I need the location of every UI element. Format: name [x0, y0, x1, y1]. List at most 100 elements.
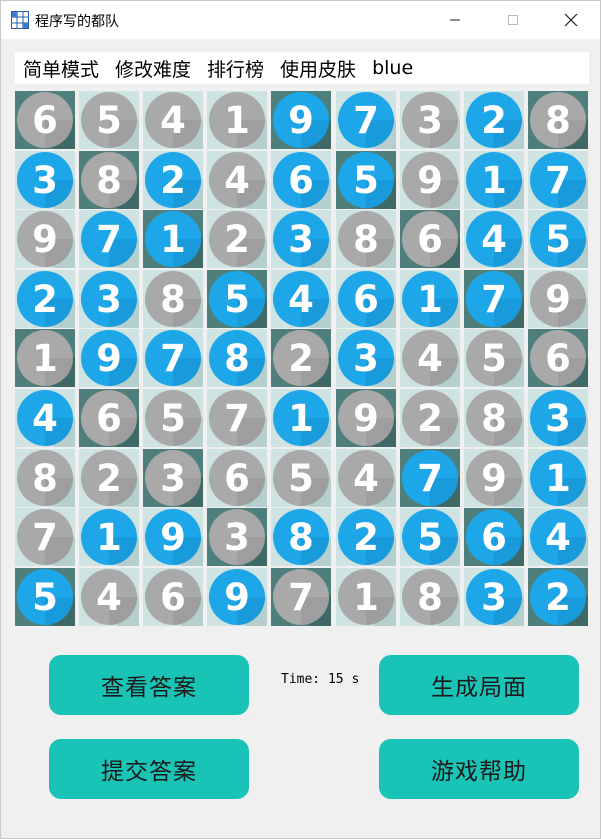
board-cell[interactable]: 8: [335, 210, 396, 269]
board-cell[interactable]: 8: [527, 91, 588, 149]
maximize-button[interactable]: [484, 1, 542, 39]
board-cell[interactable]: 7: [335, 91, 396, 149]
board-cell[interactable]: 3: [271, 210, 332, 269]
board-cell[interactable]: 2: [335, 508, 396, 567]
board-cell[interactable]: 5: [143, 389, 204, 447]
board-cell[interactable]: 7: [463, 269, 524, 328]
minimize-button[interactable]: [426, 1, 484, 39]
view-answer-button[interactable]: 查看答案: [49, 655, 249, 715]
board-cell[interactable]: 2: [399, 389, 460, 447]
board-cell[interactable]: 4: [15, 389, 75, 447]
board-cell[interactable]: 9: [271, 91, 332, 149]
close-button[interactable]: [542, 1, 600, 39]
board-cell[interactable]: 3: [399, 91, 460, 149]
board-cell[interactable]: 3: [463, 567, 524, 626]
board-cell[interactable]: 3: [143, 448, 204, 507]
board-cell[interactable]: 3: [527, 389, 588, 447]
board-cell[interactable]: 6: [207, 448, 268, 507]
menu-use-skin[interactable]: 使用皮肤: [280, 55, 356, 82]
board-cell[interactable]: 8: [143, 269, 204, 328]
generate-board-button[interactable]: 生成局面: [379, 655, 579, 715]
board-cell[interactable]: 5: [79, 91, 140, 149]
board-cell[interactable]: 5: [463, 329, 524, 388]
board-cell[interactable]: 4: [143, 91, 204, 149]
board-cell[interactable]: 4: [271, 269, 332, 328]
board-cell[interactable]: 4: [399, 329, 460, 388]
board-cell[interactable]: 9: [463, 448, 524, 507]
board-cell[interactable]: 4: [463, 210, 524, 269]
board-cell[interactable]: 1: [463, 150, 524, 209]
menu-skin-blue[interactable]: blue: [372, 57, 413, 79]
board-cell[interactable]: 4: [207, 150, 268, 209]
board-cell[interactable]: 6: [79, 389, 140, 447]
cell-digit: 7: [353, 99, 379, 142]
board-cell[interactable]: 2: [15, 269, 75, 328]
cell-digit: 4: [417, 337, 443, 380]
board-cell[interactable]: 3: [79, 269, 140, 328]
board-cell[interactable]: 6: [399, 210, 460, 269]
board-cell[interactable]: 5: [399, 508, 460, 567]
board-cell[interactable]: 6: [15, 91, 75, 149]
menu-leaderboard[interactable]: 排行榜: [207, 55, 264, 82]
board-cell[interactable]: 3: [207, 508, 268, 567]
board-cell[interactable]: 7: [79, 210, 140, 269]
board-cell[interactable]: 2: [143, 150, 204, 209]
board-cell[interactable]: 2: [79, 448, 140, 507]
board-cell[interactable]: 9: [79, 329, 140, 388]
board-cell[interactable]: 9: [15, 210, 75, 269]
board-cell[interactable]: 8: [271, 508, 332, 567]
board-cell[interactable]: 7: [527, 150, 588, 209]
menu-change-difficulty[interactable]: 修改难度: [115, 55, 191, 82]
cell-digit: 1: [545, 457, 571, 500]
board-cell[interactable]: 6: [463, 508, 524, 567]
board-cell[interactable]: 7: [399, 448, 460, 507]
board-cell[interactable]: 7: [271, 567, 332, 626]
board-cell[interactable]: 4: [335, 448, 396, 507]
board-cell[interactable]: 9: [335, 389, 396, 447]
board-cell[interactable]: 5: [207, 269, 268, 328]
menu-easy-mode[interactable]: 简单模式: [23, 55, 99, 82]
board-cell[interactable]: 8: [399, 567, 460, 626]
cell-digit: 5: [417, 516, 443, 559]
board-cell[interactable]: 9: [143, 508, 204, 567]
timer-readout: Time: 15 s: [281, 672, 360, 687]
board-cell[interactable]: 7: [15, 508, 75, 567]
board-cell[interactable]: 1: [271, 389, 332, 447]
board-cell[interactable]: 1: [207, 91, 268, 149]
board-cell[interactable]: 6: [527, 329, 588, 388]
board-cell[interactable]: 1: [335, 567, 396, 626]
board-cell[interactable]: 4: [79, 567, 140, 626]
board-cell[interactable]: 6: [143, 567, 204, 626]
board-cell[interactable]: 4: [527, 508, 588, 567]
board-cell[interactable]: 1: [15, 329, 75, 388]
board-cell[interactable]: 2: [527, 567, 588, 626]
board-cell[interactable]: 5: [335, 150, 396, 209]
board-cell[interactable]: 2: [207, 210, 268, 269]
board-cell[interactable]: 8: [15, 448, 75, 507]
board-cell[interactable]: 3: [15, 150, 75, 209]
board-cell[interactable]: 1: [399, 269, 460, 328]
board-cell[interactable]: 1: [527, 448, 588, 507]
game-help-button[interactable]: 游戏帮助: [379, 739, 579, 799]
board-cell[interactable]: 9: [399, 150, 460, 209]
board-cell[interactable]: 1: [79, 508, 140, 567]
board-cell[interactable]: 7: [207, 389, 268, 447]
board-cell[interactable]: 8: [463, 389, 524, 447]
board-cell[interactable]: 3: [335, 329, 396, 388]
board-cell[interactable]: 2: [271, 329, 332, 388]
board-cell[interactable]: 5: [271, 448, 332, 507]
submit-answer-button[interactable]: 提交答案: [49, 739, 249, 799]
board-cell[interactable]: 5: [527, 210, 588, 269]
cell-digit: 9: [96, 337, 122, 380]
board-cell[interactable]: 8: [207, 329, 268, 388]
board-cell[interactable]: 7: [143, 329, 204, 388]
board-cell[interactable]: 8: [79, 150, 140, 209]
board-cell[interactable]: 6: [335, 269, 396, 328]
board-cell[interactable]: 9: [527, 269, 588, 328]
board-cell[interactable]: 1: [143, 210, 204, 269]
board-cell[interactable]: 9: [207, 567, 268, 626]
board-cell[interactable]: 6: [271, 150, 332, 209]
board-cell[interactable]: 5: [15, 567, 75, 626]
board-cell[interactable]: 2: [463, 91, 524, 149]
cell-digit: 1: [481, 159, 507, 202]
